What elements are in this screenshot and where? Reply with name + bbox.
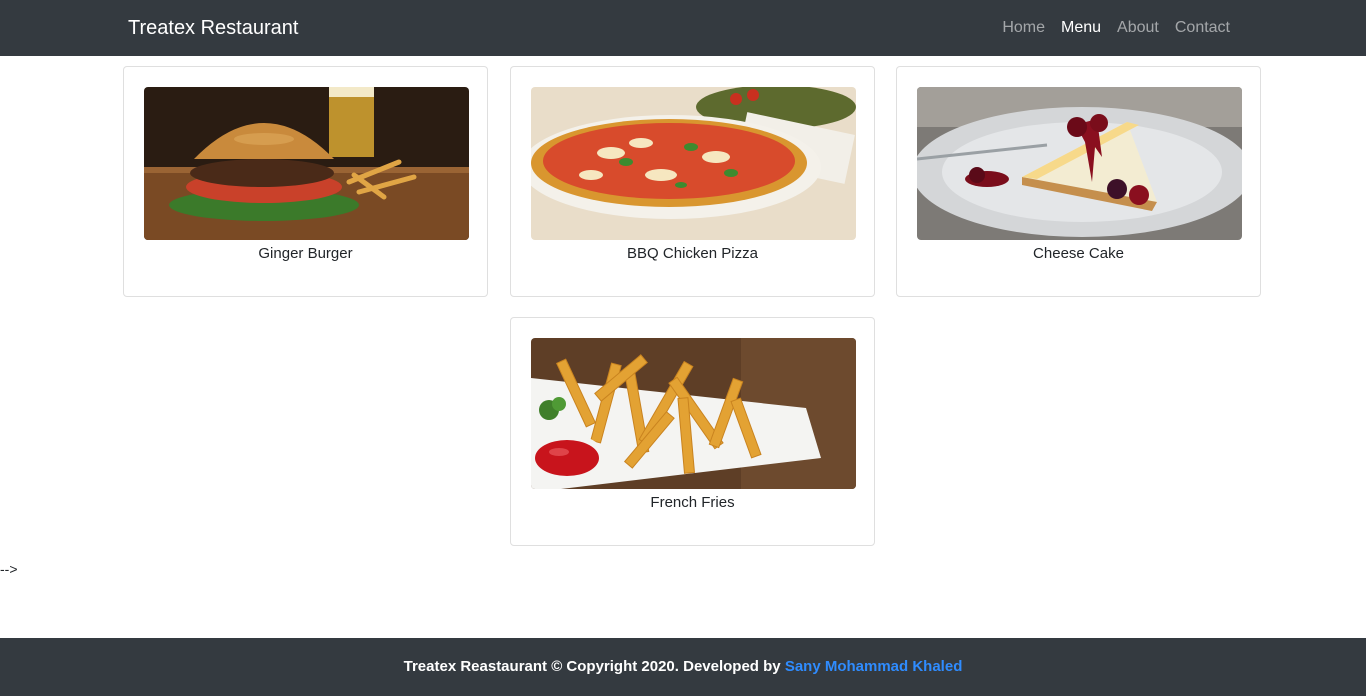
menu-card-cheese-cake: Cheese Cake: [896, 66, 1261, 297]
burger-photo: [144, 87, 469, 240]
menu-card-ginger-burger: Ginger Burger: [123, 66, 488, 297]
nav-about[interactable]: About: [1117, 18, 1159, 38]
nav-contact[interactable]: Contact: [1175, 18, 1230, 38]
nav-menu[interactable]: Menu: [1061, 18, 1101, 38]
nav-home[interactable]: Home: [1002, 18, 1045, 38]
cheesecake-photo: [917, 87, 1242, 240]
menu-item-name: Ginger Burger: [258, 245, 353, 262]
stray-comment-text: -->: [0, 561, 18, 577]
footer-copyright: Treatex Reastaurant © Copyright 2020. De…: [403, 658, 785, 675]
menu-item-name: BBQ Chicken Pizza: [627, 245, 758, 262]
menu-item-name: Cheese Cake: [1033, 245, 1124, 262]
menu-item-name: French Fries: [650, 494, 735, 511]
fries-photo: [531, 338, 856, 489]
page-footer: Treatex Reastaurant © Copyright 2020. De…: [0, 638, 1366, 696]
pizza-photo: [531, 87, 856, 240]
top-navbar: Treatex Restaurant Home Menu About Conta…: [0, 0, 1366, 56]
main-nav: Home Menu About Contact: [1002, 18, 1230, 38]
brand-link[interactable]: Treatex Restaurant: [128, 16, 298, 40]
menu-card-bbq-chicken-pizza: BBQ Chicken Pizza: [510, 66, 875, 297]
footer-author-link[interactable]: Sany Mohammad Khaled: [785, 658, 963, 675]
menu-card-french-fries: French Fries: [510, 317, 875, 546]
